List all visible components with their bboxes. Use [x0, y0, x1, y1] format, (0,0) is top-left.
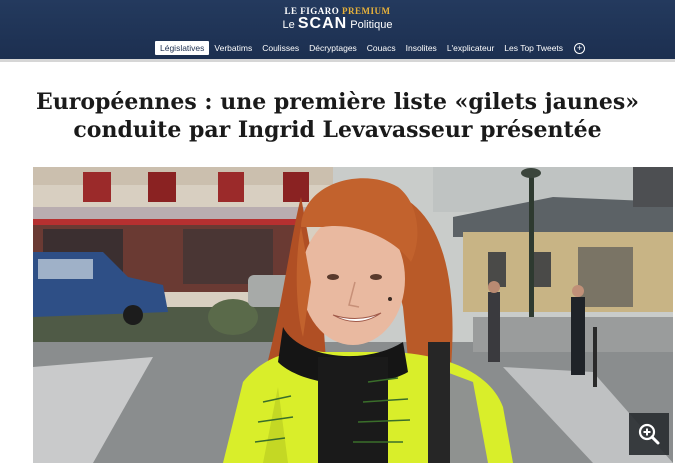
brand-politique: Politique — [350, 19, 393, 31]
zoom-in-icon — [638, 423, 660, 445]
brand-le: Le — [282, 19, 295, 31]
nav-item-explicateur[interactable]: L'explicateur — [442, 41, 499, 55]
nav-item-verbatims[interactable]: Verbatims — [209, 41, 257, 55]
nav-item-couacs[interactable]: Couacs — [362, 41, 401, 55]
photo-illustration — [33, 167, 673, 463]
article-photo[interactable] — [33, 167, 673, 463]
nav-item-coulisses[interactable]: Coulisses — [257, 41, 304, 55]
section-nav: Législatives Verbatims Coulisses Décrypt… — [155, 41, 586, 55]
nav-item-legislatives[interactable]: Législatives — [155, 41, 210, 55]
nav-item-insolites[interactable]: Insolites — [401, 41, 442, 55]
article-title: Européennes : une première liste «gilets… — [30, 88, 645, 144]
title-line-1: Européennes : une première liste «gilets… — [35, 89, 640, 115]
scan-politique-logo[interactable]: Le SCAN Politique — [0, 15, 675, 34]
nav-item-top-tweets[interactable]: Les Top Tweets — [499, 41, 568, 55]
plus-circle-icon[interactable]: + — [574, 42, 586, 54]
brand-scan: SCAN — [297, 15, 348, 32]
nav-item-decryptages[interactable]: Décryptages — [304, 41, 362, 55]
title-line-2: conduite par Ingrid Levavasseur présenté… — [73, 117, 602, 143]
site-header: LE FIGARO PREMIUM Le SCAN Politique Légi… — [0, 0, 675, 62]
zoom-in-button[interactable] — [629, 413, 669, 455]
